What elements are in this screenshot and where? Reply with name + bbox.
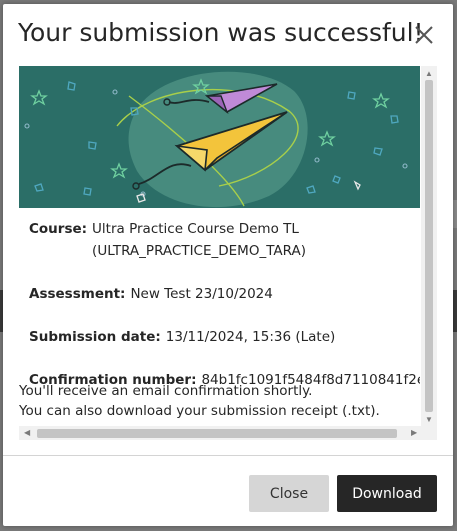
- download-receipt-text: You can also download your submission re…: [19, 403, 380, 419]
- course-value: Ultra Practice Course Demo TL (ULTRA_PRA…: [92, 218, 306, 262]
- assessment-value: New Test 23/10/2024: [130, 286, 273, 302]
- dialog-content: Course: Ultra Practice Course Demo TL (U…: [19, 66, 420, 426]
- scroll-left-arrow-icon[interactable]: ◀: [24, 429, 30, 437]
- assessment-label: Assessment:: [29, 286, 126, 302]
- scroll-right-arrow-icon[interactable]: ▶: [411, 429, 417, 437]
- vertical-scroll-thumb[interactable]: [425, 80, 433, 412]
- submission-date-label: Submission date:: [29, 329, 161, 345]
- course-name: Ultra Practice Course Demo TL: [92, 221, 299, 237]
- download-button[interactable]: Download: [337, 475, 437, 512]
- course-code: (ULTRA_PRACTICE_DEMO_TARA): [92, 243, 306, 259]
- scroll-up-arrow-icon[interactable]: ▲: [425, 70, 433, 78]
- paper-plane-illustration: [19, 66, 420, 208]
- close-icon: [415, 26, 433, 44]
- email-confirmation-text: You'll receive an email confirmation sho…: [19, 383, 313, 399]
- confirmation-messages: You'll receive an email confirmation sho…: [19, 381, 420, 421]
- submission-success-dialog: Your submission was successful! Course: …: [3, 4, 453, 526]
- dialog-scroll-area[interactable]: Course: Ultra Practice Course Demo TL (U…: [19, 66, 437, 440]
- horizontal-scrollbar[interactable]: ◀ ▶: [19, 426, 437, 440]
- submission-date-row: Submission date: 13/11/2024, 15:36 (Late…: [29, 326, 420, 348]
- course-row: Course: Ultra Practice Course Demo TL (U…: [29, 218, 420, 262]
- assessment-row: Assessment: New Test 23/10/2024: [29, 283, 420, 305]
- close-button[interactable]: Close: [249, 475, 329, 512]
- dialog-title: Your submission was successful!: [18, 18, 424, 47]
- submission-date-value: 13/11/2024, 15:36 (Late): [165, 329, 336, 345]
- course-label: Course:: [29, 221, 88, 237]
- vertical-scrollbar[interactable]: ▲ ▼: [421, 66, 437, 426]
- close-dialog-button[interactable]: [411, 22, 437, 48]
- footer-divider: [3, 455, 453, 456]
- scroll-down-arrow-icon[interactable]: ▼: [425, 416, 433, 424]
- horizontal-scroll-thumb[interactable]: [37, 429, 397, 438]
